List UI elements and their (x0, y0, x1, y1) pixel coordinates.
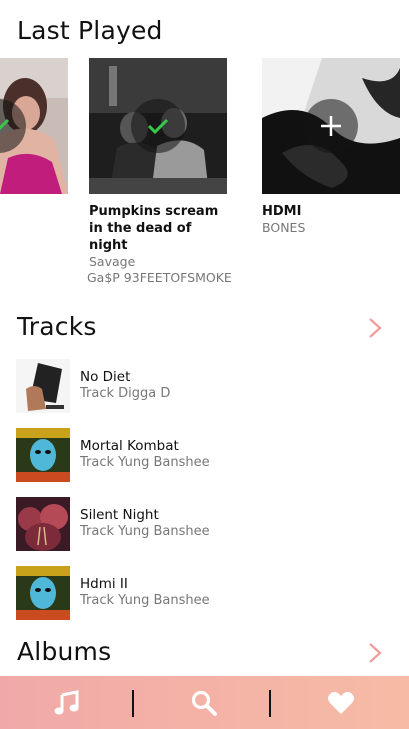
track-artist: Track Yung Banshee (80, 524, 210, 539)
track-item[interactable]: No Diet Track Digga D (16, 359, 396, 413)
track-name: No Diet (80, 369, 131, 385)
track-thumbnail (16, 497, 70, 551)
card-artist: edd (0, 211, 68, 227)
track-name: Hdmi II (80, 576, 128, 592)
card-title: Pumpkins scream in the dead of night (89, 204, 219, 253)
track-artist: Track Digga D (80, 386, 171, 401)
track-item[interactable]: Hdmi II Track Yung Banshee (16, 566, 396, 620)
albums-title: Albums (17, 637, 112, 666)
bottom-nav (0, 676, 409, 729)
card-artist: Savage (89, 254, 136, 269)
track-name: Mortal Kombat (80, 438, 179, 454)
card-artist: BONES (262, 220, 306, 235)
chevron-right-icon[interactable] (365, 316, 385, 340)
track-artist: Track Yung Banshee (80, 593, 210, 608)
album-cover[interactable] (0, 58, 68, 194)
nav-divider (132, 690, 134, 717)
add-button[interactable] (304, 99, 358, 153)
track-item[interactable]: Silent Night Track Yung Banshee (16, 497, 396, 551)
album-cover[interactable] (262, 58, 400, 194)
tracks-title: Tracks (17, 312, 97, 341)
plus-icon (321, 116, 341, 136)
last-played-card[interactable]: edd (0, 58, 68, 227)
track-artist: Track Yung Banshee (80, 455, 210, 470)
track-thumbnail (16, 566, 70, 620)
track-item[interactable]: Mortal Kombat Track Yung Banshee (16, 428, 396, 482)
music-note-icon (54, 689, 79, 714)
album-cover[interactable] (89, 58, 227, 194)
played-check-button[interactable] (131, 99, 185, 153)
track-name: Silent Night (80, 507, 159, 523)
nav-favorites-button[interactable] (311, 676, 371, 729)
nav-divider (269, 690, 271, 717)
check-icon (147, 118, 169, 135)
track-thumbnail (16, 359, 70, 413)
card-title: HDMI (262, 204, 302, 219)
heart-icon (328, 691, 354, 714)
last-played-card[interactable]: HDMI BONES (262, 58, 400, 236)
card-artist: Ga$P 93FEETOFSMOKE (87, 270, 232, 285)
search-icon (191, 690, 217, 716)
track-thumbnail (16, 428, 70, 482)
last-played-title: Last Played (17, 16, 163, 45)
last-played-card[interactable]: Pumpkins scream in the dead of night Sav… (87, 58, 232, 286)
app-screen: Last Played edd (0, 0, 409, 729)
chevron-right-icon[interactable] (365, 641, 385, 665)
nav-search-button[interactable] (174, 676, 234, 729)
last-played-carousel[interactable]: edd P (0, 58, 409, 288)
check-icon (0, 118, 10, 131)
nav-music-button[interactable] (37, 676, 97, 729)
